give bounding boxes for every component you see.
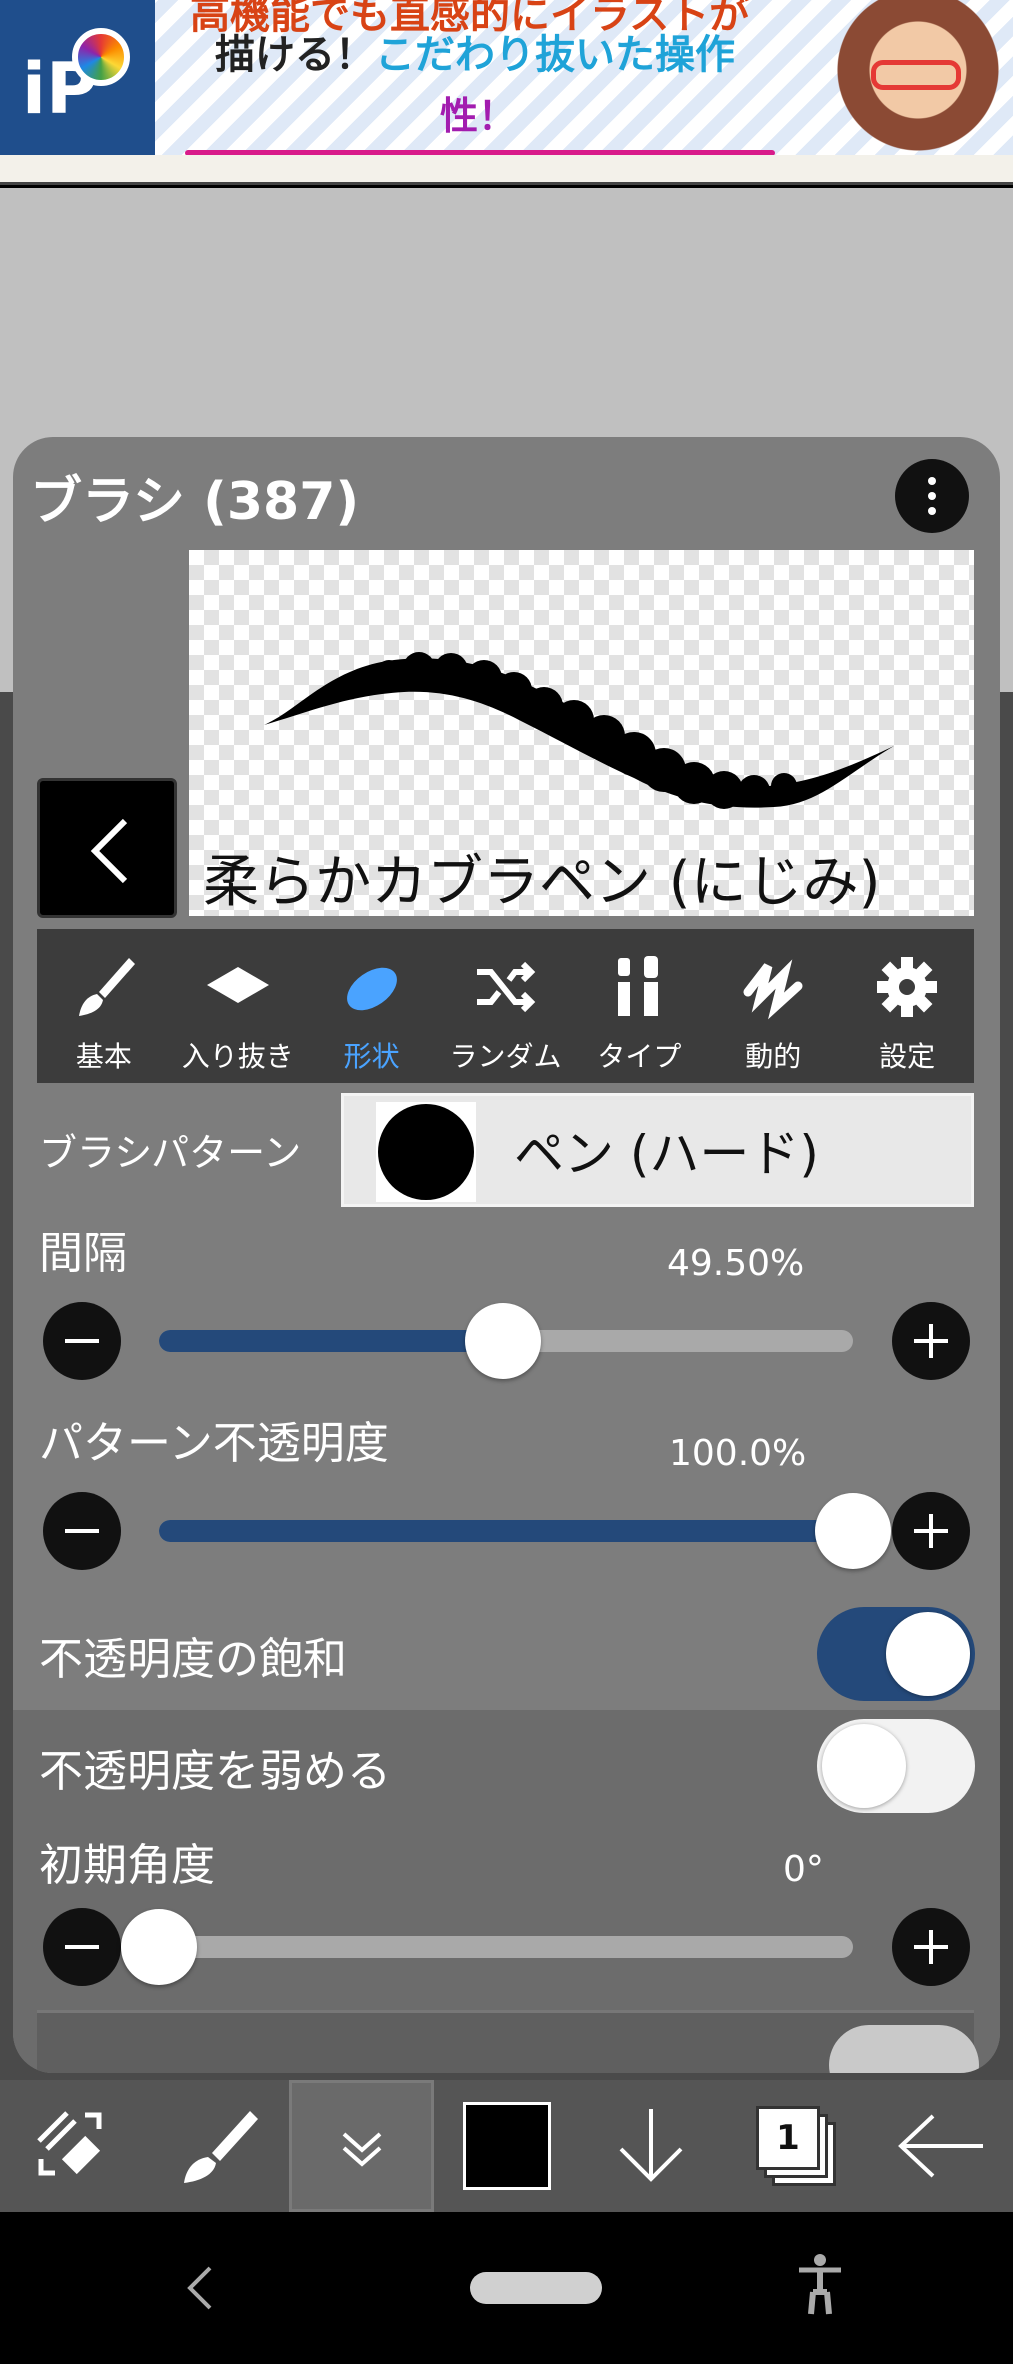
pattern-opacity-slider[interactable] [159, 1520, 853, 1542]
brush-name: 柔らかカブラペン (にじみ) [203, 850, 881, 915]
pattern-thumbnail [376, 1102, 476, 1202]
transform-tool-button[interactable] [0, 2080, 145, 2212]
brush-pattern-selector[interactable]: ペン (ハード) [341, 1093, 974, 1207]
import-button[interactable] [579, 2080, 724, 2212]
layer-count: 1 [776, 2118, 800, 2158]
tab-type[interactable]: タイプ [572, 929, 706, 1083]
back-button[interactable] [37, 778, 177, 918]
bottom-toolbar: 1 [0, 2080, 1013, 2212]
current-color-swatch [462, 2102, 551, 2190]
brush-pattern-value: ペン (ハード) [514, 1125, 819, 1183]
initial-angle-increase-button[interactable] [892, 1908, 970, 1986]
brush-panel: ブラシ (387) 柔らかカブラペン (にじみ) 基本 入り抜き 形状 ランダム… [13, 437, 1000, 2073]
pattern-opacity-increase-button[interactable] [892, 1492, 970, 1570]
ad-text-line3: 性！ [440, 94, 517, 138]
spacing-decrease-button[interactable] [43, 1302, 121, 1380]
initial-angle-decrease-button[interactable] [43, 1908, 121, 1986]
collapse-panel-button[interactable] [289, 2080, 435, 2212]
tab-settings[interactable]: 設定 [840, 929, 974, 1083]
tab-basic[interactable]: 基本 [37, 929, 171, 1083]
pattern-opacity-slider-knob[interactable] [815, 1493, 891, 1569]
toolbar-back-button[interactable] [868, 2080, 1013, 2212]
diamond-icon [198, 947, 278, 1027]
spacing-value: 49.50% [667, 1243, 805, 1284]
pattern-opacity-decrease-button[interactable] [43, 1492, 121, 1570]
opacity-saturation-label: 不透明度の飽和 [39, 1634, 347, 1685]
oval-icon [332, 947, 412, 1027]
dot-icon [928, 477, 936, 485]
tab-dynamic[interactable]: 動的 [706, 929, 840, 1083]
pattern-opacity-label: パターン不透明度 [39, 1418, 389, 1469]
tab-shape[interactable]: 形状 [305, 929, 439, 1083]
ad-footer-strip [0, 155, 1013, 185]
nav-home-button[interactable] [470, 2272, 602, 2304]
layers-icon: 1 [755, 2106, 836, 2186]
ad-character-image [823, 0, 1013, 155]
color-wheel-icon [72, 28, 130, 86]
spacing-increase-button[interactable] [892, 1302, 970, 1380]
nav-back-icon[interactable] [180, 2260, 220, 2316]
type-icon [599, 947, 679, 1027]
opacity-weaken-label: 不透明度を弱める [39, 1746, 391, 1797]
accessibility-icon[interactable] [795, 2252, 845, 2318]
next-setting-row [37, 2010, 979, 2073]
system-navigation-bar [0, 2212, 1013, 2364]
panel-title: ブラシ (387) [30, 472, 360, 532]
opacity-weaken-toggle[interactable] [817, 1719, 975, 1813]
initial-angle-slider[interactable] [159, 1936, 853, 1958]
transform-icon [37, 2111, 102, 2176]
arrow-left-icon [897, 2114, 983, 2178]
initial-angle-slider-knob[interactable] [121, 1909, 197, 1985]
ad-text-line2: 描ける！こだわり抜いた操作 [215, 32, 735, 78]
brush-tool-button[interactable] [145, 2080, 290, 2212]
spacing-slider-knob[interactable] [464, 1303, 541, 1379]
tab-taper[interactable]: 入り抜き [171, 929, 305, 1083]
pattern-opacity-value: 100.0% [669, 1433, 807, 1474]
shuffle-icon [466, 947, 546, 1027]
chevron-left-icon [90, 818, 128, 884]
arrow-down-icon [619, 2109, 683, 2182]
double-chevron-down-icon [342, 2132, 382, 2167]
initial-angle-value: 0° [783, 1849, 824, 1890]
more-options-button[interactable] [895, 459, 969, 533]
gear-icon [867, 947, 947, 1027]
initial-angle-label: 初期角度 [39, 1840, 215, 1891]
brush-settings-tabs: 基本 入り抜き 形状 ランダム タイプ 動的 設定 [37, 929, 974, 1083]
spacing-label: 間隔 [39, 1228, 127, 1279]
layers-button[interactable]: 1 [724, 2080, 869, 2212]
brush-icon [184, 2111, 259, 2183]
opacity-saturation-toggle[interactable] [817, 1607, 975, 1701]
brush-pattern-label: ブラシパターン [39, 1131, 302, 1175]
ibispaint-logo: iP [0, 0, 155, 155]
color-button[interactable] [434, 2080, 579, 2212]
tab-random[interactable]: ランダム [439, 929, 573, 1083]
ad-banner[interactable]: iP 高機能でも直感的にイラストが 描ける！こだわり抜いた操作 性！ [0, 0, 1013, 156]
dynamic-icon [733, 947, 813, 1027]
brush-icon [64, 947, 144, 1027]
